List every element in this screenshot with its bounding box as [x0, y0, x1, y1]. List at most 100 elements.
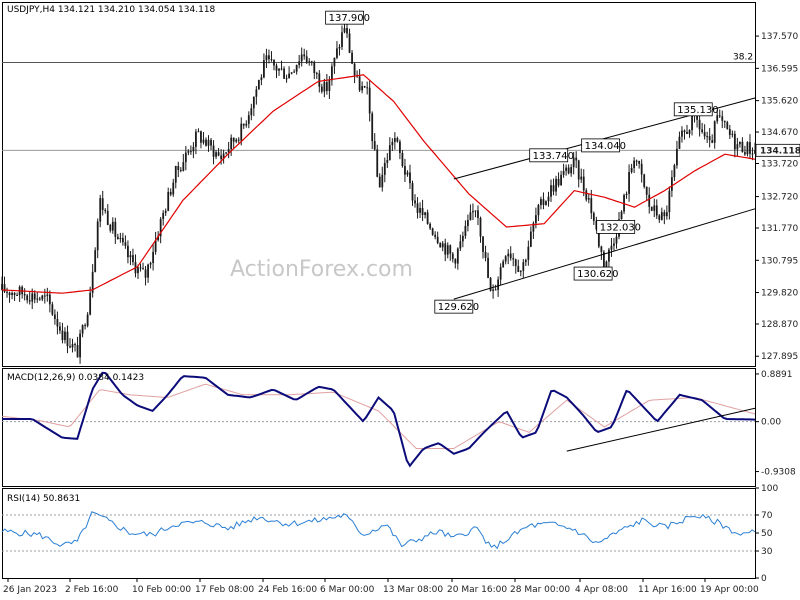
- candle-body: [731, 133, 734, 135]
- candle-body: [424, 212, 426, 215]
- candle-body: [703, 132, 706, 137]
- candle-body: [323, 82, 326, 92]
- candle-body: [167, 191, 170, 211]
- candle-body: [751, 153, 754, 155]
- candle-body: [162, 212, 165, 220]
- candle-body: [106, 211, 109, 225]
- candle-body: [341, 32, 343, 47]
- candle-body: [343, 28, 346, 33]
- candle-body: [149, 262, 152, 265]
- candle-body: [298, 61, 301, 66]
- candle-body: [315, 73, 318, 75]
- candle-body: [635, 160, 638, 162]
- price-tick-label: 127.895: [761, 352, 798, 362]
- candle-body: [565, 167, 568, 171]
- candle-body: [608, 249, 610, 262]
- candle-body: [514, 259, 517, 267]
- candle-body: [587, 198, 590, 200]
- macd-signal-line: [1, 383, 756, 449]
- candle-body: [195, 131, 197, 147]
- candle-body: [670, 177, 673, 191]
- candle-body: [38, 298, 41, 300]
- candle-body: [567, 167, 570, 174]
- macd-tick-label: 0.8891: [761, 370, 793, 380]
- candle-body: [683, 130, 686, 133]
- candle-body: [660, 212, 663, 220]
- candle-body: [484, 251, 487, 258]
- candle-body: [263, 60, 265, 78]
- candle-body: [179, 170, 182, 172]
- candle-body: [308, 61, 311, 63]
- candle-body: [711, 140, 714, 143]
- candle-body: [592, 213, 595, 221]
- candle-body: [472, 211, 474, 213]
- price-annotation-label: 132.030: [600, 222, 641, 233]
- candle-body: [678, 136, 681, 149]
- candle-body: [132, 255, 134, 263]
- candle-body: [336, 48, 338, 58]
- candle-body: [600, 246, 603, 252]
- candle-body: [313, 61, 316, 74]
- candle-body: [431, 228, 434, 235]
- candle-body: [590, 198, 593, 214]
- candle-body: [429, 223, 432, 229]
- candle-body: [386, 159, 389, 163]
- candle-body: [459, 241, 462, 249]
- candle-body: [620, 211, 623, 220]
- candle-body: [708, 136, 711, 141]
- candle-body: [331, 66, 333, 81]
- candle-body: [512, 258, 515, 260]
- candle-body: [414, 200, 416, 204]
- candle-body: [280, 68, 283, 70]
- candle-body: [509, 253, 512, 259]
- candle-body: [542, 199, 545, 205]
- macd-title: MACD(12,26,9) 0.0384 0.1423: [7, 373, 144, 383]
- candle-body: [361, 86, 364, 91]
- candle-body: [61, 330, 64, 341]
- x-tick-label: 28 Mar 00:00: [510, 585, 570, 595]
- candle-body: [613, 243, 615, 246]
- candle-body: [3, 284, 6, 292]
- candle-body: [164, 210, 167, 213]
- candle-body: [718, 115, 721, 117]
- candle-body: [129, 255, 132, 258]
- rsi-tick-label: 50: [761, 529, 773, 539]
- candle-body: [552, 185, 555, 192]
- candle-body: [665, 212, 668, 217]
- candle-body: [227, 149, 230, 153]
- candle-body: [351, 52, 353, 64]
- candle-body: [494, 289, 497, 291]
- candle-body: [84, 325, 87, 327]
- candle-body: [741, 141, 744, 153]
- x-tick-label: 11 Apr 16:00: [638, 585, 697, 595]
- candle-body: [524, 259, 527, 263]
- candle-body: [174, 165, 177, 183]
- candle-body: [754, 150, 756, 154]
- candle-body: [64, 331, 66, 341]
- candle-body: [467, 220, 469, 226]
- candle-body: [625, 193, 628, 196]
- x-tick-label: 6 Mar 00:00: [320, 585, 375, 595]
- candle-body: [237, 139, 240, 141]
- candle-body: [681, 130, 683, 137]
- candle-body: [318, 73, 321, 87]
- candle-body: [363, 86, 366, 88]
- rsi-tick-label: 0: [761, 574, 767, 584]
- candle-body: [439, 243, 442, 248]
- candle-body: [557, 178, 560, 186]
- candle-body: [48, 294, 51, 305]
- candle-body: [250, 108, 253, 116]
- candle-body: [504, 256, 507, 262]
- candle-body: [119, 237, 122, 240]
- candle-body: [706, 136, 709, 138]
- candle-body: [655, 205, 658, 216]
- x-axis: 26 Jan 2023 2 Feb 16:00 10 Feb 00:00 17 Feb…: [3, 578, 759, 595]
- candle-body: [71, 344, 74, 348]
- x-tick-label: 17 Feb 08:00: [195, 585, 254, 595]
- candle-body: [529, 231, 532, 247]
- candle-body: [716, 115, 719, 122]
- candle-body: [11, 292, 13, 296]
- candle-body: [738, 141, 741, 145]
- candle-body: [94, 250, 97, 272]
- candle-body: [147, 264, 149, 278]
